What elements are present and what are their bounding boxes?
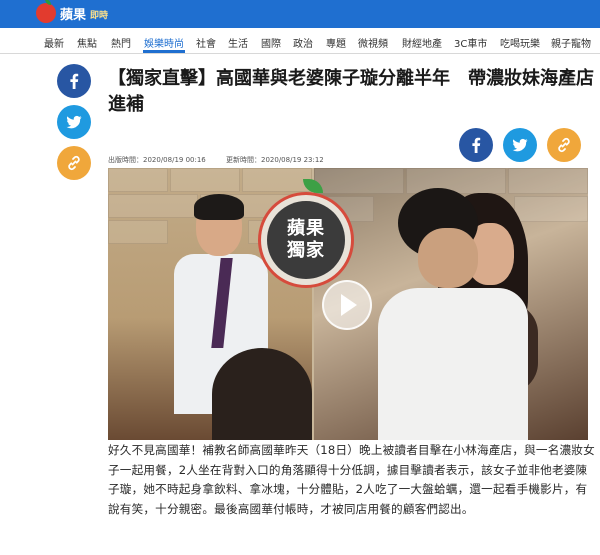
twitter-icon bbox=[512, 138, 528, 152]
article-title: 【獨家直擊】高國華與老婆陳子璇分離半年 帶濃妝妹海產店進補 bbox=[108, 68, 594, 115]
badge-line-1: 蘋果 bbox=[287, 218, 325, 239]
nav-item-topics[interactable]: 專題 bbox=[326, 35, 346, 50]
share-facebook-button[interactable] bbox=[459, 128, 493, 162]
updated-label: 更新時間： bbox=[226, 156, 261, 164]
site-logo[interactable]: 蘋果 即時 bbox=[36, 0, 109, 23]
nav-item-popular[interactable]: 熱門 bbox=[111, 35, 131, 50]
nav-item-politics[interactable]: 政治 bbox=[293, 35, 313, 50]
logo-name: 蘋果 bbox=[60, 7, 87, 23]
nav-item-parenting-pets[interactable]: 親子寵物 bbox=[551, 35, 591, 50]
share-twitter-button[interactable] bbox=[503, 128, 537, 162]
published-value: 2020/08/19 00:16 bbox=[143, 156, 206, 164]
nav-item-food-fun[interactable]: 吃喝玩樂 bbox=[500, 35, 540, 50]
nav-item-international[interactable]: 國際 bbox=[261, 35, 281, 50]
nav-item-focus[interactable]: 焦點 bbox=[77, 35, 97, 50]
side-copy-link-button[interactable] bbox=[57, 146, 91, 180]
active-tab-indicator bbox=[143, 50, 185, 53]
article-video-photo[interactable]: 蘋果 獨家 bbox=[108, 168, 588, 440]
exclusive-badge: 蘋果 獨家 bbox=[258, 179, 354, 288]
side-share-facebook-button[interactable] bbox=[57, 64, 91, 98]
published-label: 出版時間： bbox=[108, 156, 143, 164]
nav-item-3c-auto[interactable]: 3C車市 bbox=[454, 35, 487, 50]
play-icon bbox=[341, 294, 357, 316]
man-figure-right bbox=[378, 188, 528, 440]
nav-item-microvideo[interactable]: 微視頻 bbox=[358, 35, 388, 50]
nav-item-society[interactable]: 社會 bbox=[196, 35, 216, 50]
apple-logo-icon bbox=[36, 0, 56, 23]
side-share-twitter-button[interactable] bbox=[57, 105, 91, 139]
facebook-icon bbox=[70, 73, 79, 89]
copy-link-button[interactable] bbox=[547, 128, 581, 162]
top-bar: 蘋果 即時 bbox=[0, 0, 600, 28]
play-button[interactable] bbox=[322, 280, 372, 330]
nav-item-entertainment[interactable]: 娛樂時尚 bbox=[144, 35, 184, 50]
updated-value: 2020/08/19 23:12 bbox=[261, 156, 324, 164]
nav-item-finance[interactable]: 財經地產 bbox=[402, 35, 442, 50]
published-time: 出版時間：2020/08/19 00:16 bbox=[108, 155, 206, 165]
nav-item-latest[interactable]: 最新 bbox=[44, 35, 64, 50]
facebook-icon bbox=[472, 137, 481, 153]
article-body: 好久不見高國華！補教名師高國華昨天（18日）晚上被讀者目擊在小林海產店，與一名濃… bbox=[108, 443, 595, 516]
badge-line-2: 獨家 bbox=[287, 240, 325, 261]
twitter-icon bbox=[66, 115, 82, 129]
updated-time: 更新時間：2020/08/19 23:12 bbox=[226, 155, 324, 165]
category-nav: 最新 焦點 熱門 娛樂時尚 社會 生活 國際 政治 專題 微視頻 財經地產 3C… bbox=[0, 28, 600, 54]
link-icon bbox=[558, 137, 570, 153]
link-icon bbox=[68, 155, 80, 171]
logo-sub: 即時 bbox=[90, 10, 109, 21]
nav-item-life[interactable]: 生活 bbox=[228, 35, 248, 50]
foreground-head bbox=[212, 348, 312, 440]
